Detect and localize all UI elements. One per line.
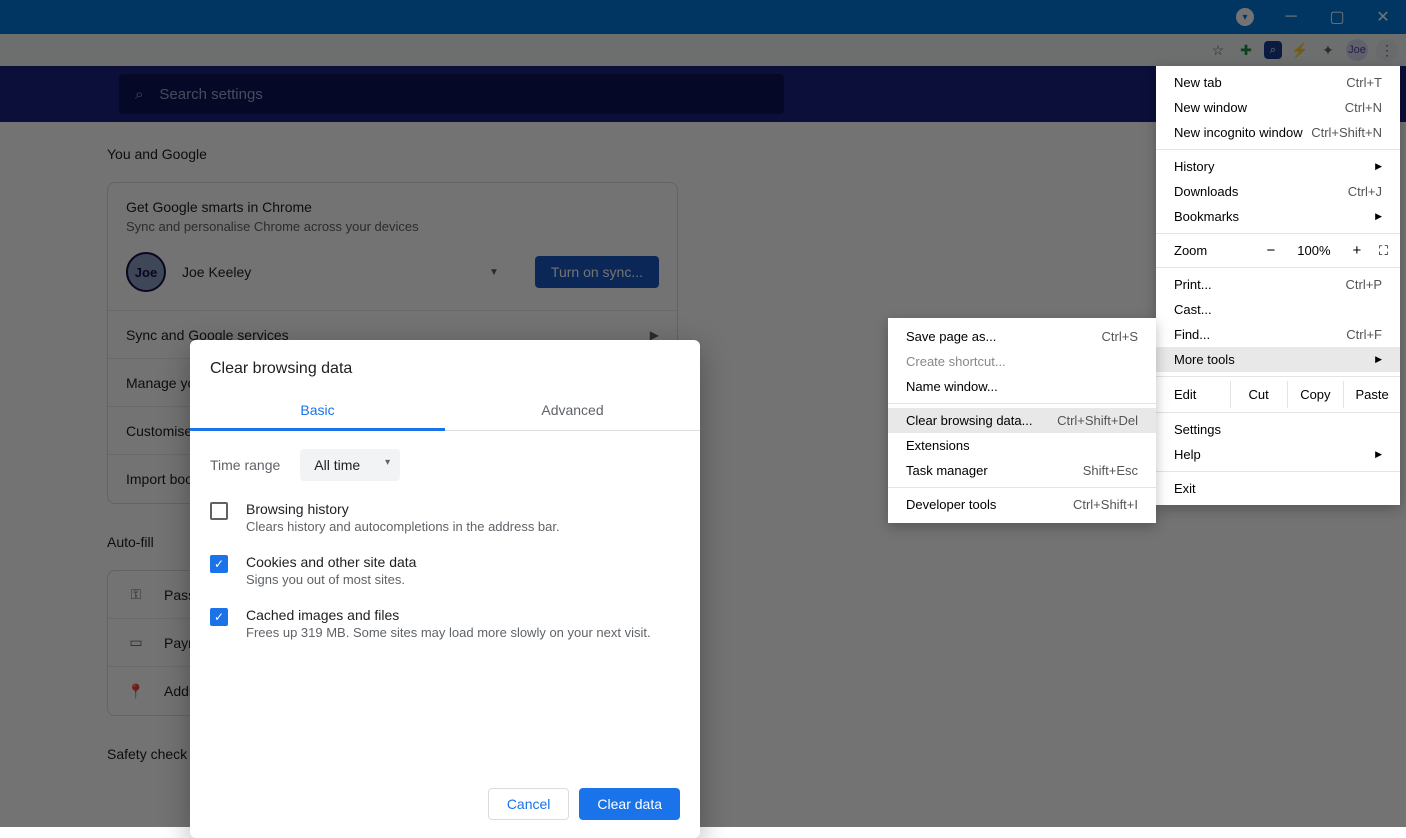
check-cookies[interactable]: ✓ Cookies and other site dataSigns you o… [210, 554, 680, 587]
chevron-right-icon: ▶ [1375, 449, 1382, 460]
more-tools-submenu: Save page as...Ctrl+S Create shortcut...… [888, 318, 1156, 523]
submenu-create-shortcut: Create shortcut... [888, 349, 1156, 374]
menu-new-incognito[interactable]: New incognito windowCtrl+Shift+N [1156, 120, 1400, 145]
checkbox-checked-icon[interactable]: ✓ [210, 555, 228, 573]
time-range-select[interactable]: All time [300, 449, 400, 481]
menu-more-tools[interactable]: More tools▶ [1156, 347, 1400, 372]
menu-settings[interactable]: Settings [1156, 417, 1400, 442]
clear-browsing-data-dialog: Clear browsing data Basic Advanced Time … [190, 340, 700, 838]
submenu-extensions[interactable]: Extensions [888, 433, 1156, 458]
menu-copy[interactable]: Copy [1288, 381, 1345, 408]
menu-edit-label: Edit [1156, 381, 1231, 408]
zoom-out-button[interactable]: − [1259, 242, 1283, 259]
submenu-name-window[interactable]: Name window... [888, 374, 1156, 399]
submenu-clear-browsing-data[interactable]: Clear browsing data...Ctrl+Shift+Del [888, 408, 1156, 433]
tab-basic[interactable]: Basic [190, 392, 445, 431]
menu-cut[interactable]: Cut [1231, 381, 1288, 408]
check-browsing-history[interactable]: Browsing historyClears history and autoc… [210, 501, 680, 534]
chrome-main-menu: New tabCtrl+T New windowCtrl+N New incog… [1156, 66, 1400, 505]
clear-data-button[interactable]: Clear data [579, 788, 680, 820]
check-cached[interactable]: ✓ Cached images and filesFrees up 319 MB… [210, 607, 680, 640]
checkbox-checked-icon[interactable]: ✓ [210, 608, 228, 626]
menu-downloads[interactable]: DownloadsCtrl+J [1156, 179, 1400, 204]
submenu-task-manager[interactable]: Task managerShift+Esc [888, 458, 1156, 483]
tab-advanced[interactable]: Advanced [445, 392, 700, 430]
menu-paste[interactable]: Paste [1344, 381, 1400, 408]
submenu-save-page[interactable]: Save page as...Ctrl+S [888, 324, 1156, 349]
menu-new-tab[interactable]: New tabCtrl+T [1156, 70, 1400, 95]
zoom-in-button[interactable]: + [1345, 242, 1369, 259]
menu-exit[interactable]: Exit [1156, 476, 1400, 501]
dialog-tabs: Basic Advanced [190, 392, 700, 431]
fullscreen-icon[interactable]: ⛶ [1379, 243, 1388, 259]
checkbox-unchecked-icon[interactable] [210, 502, 228, 520]
submenu-developer-tools[interactable]: Developer toolsCtrl+Shift+I [888, 492, 1156, 517]
dialog-title: Clear browsing data [190, 340, 700, 392]
menu-new-window[interactable]: New windowCtrl+N [1156, 95, 1400, 120]
menu-zoom: Zoom − 100% + ⛶ [1156, 238, 1400, 263]
chevron-right-icon: ▶ [1375, 161, 1382, 172]
menu-edit-row: Edit Cut Copy Paste [1156, 381, 1400, 408]
cancel-button[interactable]: Cancel [488, 788, 570, 820]
chevron-right-icon: ▶ [1375, 354, 1382, 365]
menu-history[interactable]: History▶ [1156, 154, 1400, 179]
menu-cast[interactable]: Cast... [1156, 297, 1400, 322]
chevron-right-icon: ▶ [1375, 211, 1382, 222]
menu-find[interactable]: Find...Ctrl+F [1156, 322, 1400, 347]
zoom-level: 100% [1293, 243, 1335, 258]
time-range-label: Time range [210, 457, 280, 473]
menu-help[interactable]: Help▶ [1156, 442, 1400, 467]
menu-print[interactable]: Print...Ctrl+P [1156, 272, 1400, 297]
menu-bookmarks[interactable]: Bookmarks▶ [1156, 204, 1400, 229]
